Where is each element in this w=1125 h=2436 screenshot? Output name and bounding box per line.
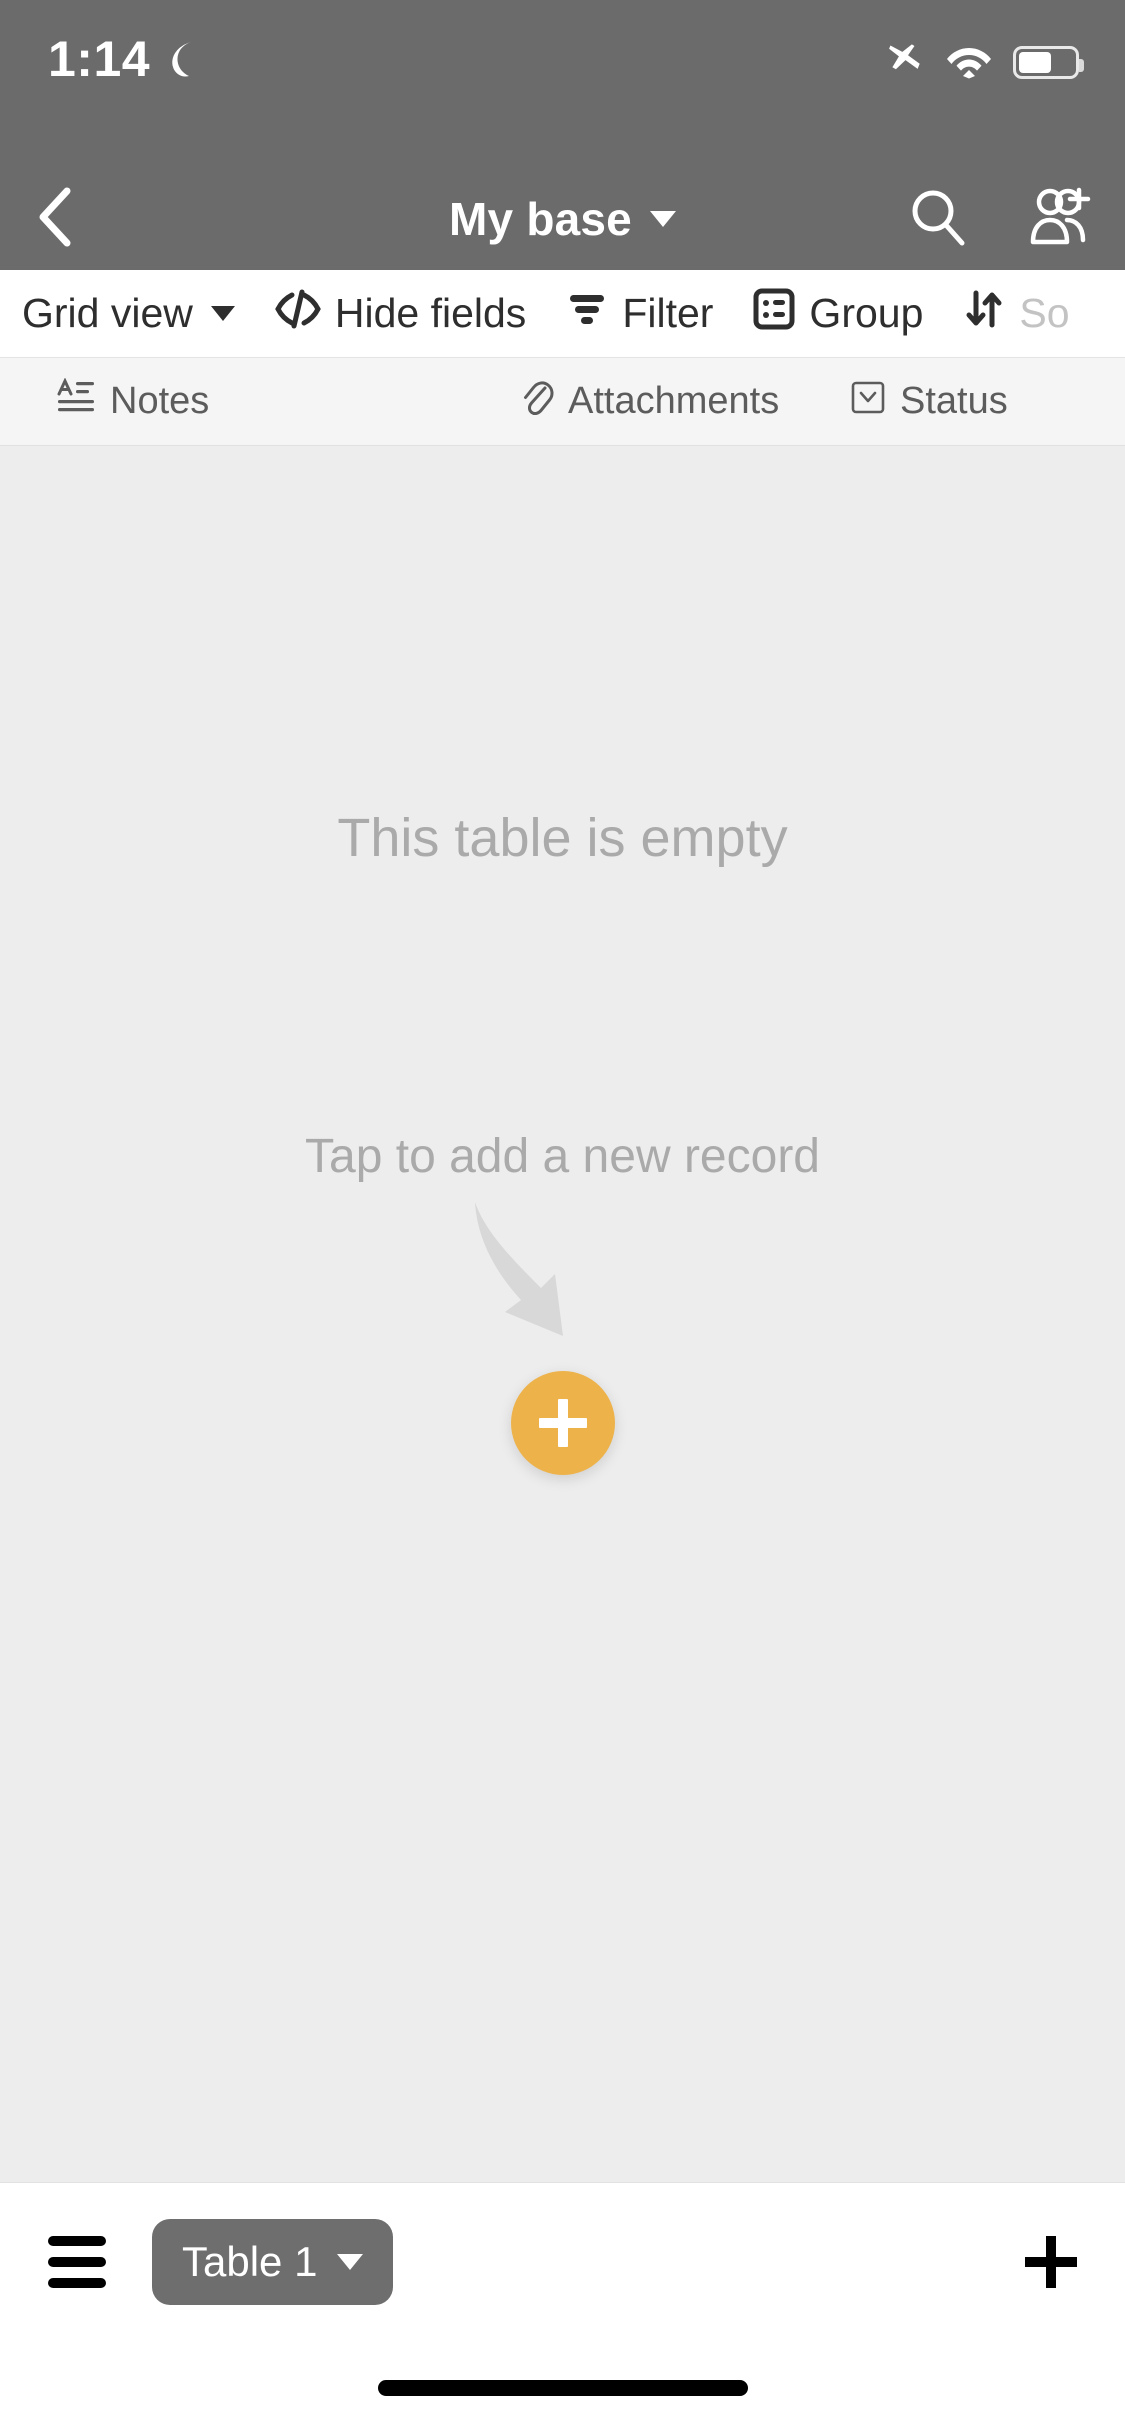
status-time: 1:14 [48, 31, 151, 87]
search-icon [907, 190, 969, 252]
field-header-attachments[interactable]: Attachments [520, 378, 850, 426]
field-header-notes[interactable]: Notes [0, 376, 520, 426]
hamburger-menu-icon [48, 2235, 106, 2246]
hide-fields-button[interactable]: Hide fields [275, 289, 526, 339]
filter-button[interactable]: Filter [566, 289, 713, 339]
status-bar-left: 1:14 [48, 34, 202, 84]
nav-actions [907, 186, 1095, 253]
menu-button[interactable] [48, 2235, 106, 2288]
bottom-bar: Table 1 [0, 2182, 1125, 2340]
sort-label: So [1019, 290, 1070, 336]
add-collaborator-button[interactable] [1023, 186, 1095, 253]
long-text-icon [56, 376, 96, 426]
grid-body[interactable]: This table is empty Tap to add a new rec… [0, 446, 1125, 2182]
moon-icon [164, 39, 202, 79]
group-label: Group [809, 290, 924, 336]
curved-down-arrow-icon [463, 1196, 663, 1361]
table-tab-table-1[interactable]: Table 1 [152, 2218, 394, 2305]
chevron-left-icon [34, 186, 76, 253]
hide-fields-label: Hide fields [334, 290, 527, 336]
field-header-status[interactable]: Status [850, 378, 1125, 426]
table-tab-label: Table 1 [182, 2237, 318, 2285]
base-name-button[interactable]: My base [449, 192, 676, 246]
home-indicator-area [0, 2340, 1125, 2436]
status-bar: 1:14 [0, 0, 1125, 168]
filter-icon [566, 289, 608, 339]
app-screen: 1:14 My base Grid view Hide fields Filte… [0, 0, 1125, 2436]
back-button[interactable] [0, 168, 110, 270]
group-button[interactable]: Group [753, 288, 923, 340]
paperclip-icon [520, 378, 554, 426]
wifi-icon [945, 41, 993, 84]
navigation-bar: My base [0, 168, 1125, 270]
sort-button[interactable]: So [963, 288, 1070, 340]
hide-fields-icon [275, 289, 321, 339]
field-header-label: Notes [110, 380, 210, 422]
grid-view-label: Grid view [22, 290, 193, 336]
plus-icon [538, 1399, 587, 1447]
add-table-button[interactable] [1025, 2235, 1077, 2288]
grid-view-button[interactable]: Grid view [22, 290, 235, 337]
home-indicator[interactable] [377, 2380, 748, 2396]
sort-icon [963, 288, 1005, 340]
single-select-icon [850, 378, 886, 426]
search-button[interactable] [907, 186, 969, 253]
filter-label: Filter [622, 290, 714, 336]
caret-down-icon [337, 2253, 364, 2270]
caret-down-icon [649, 211, 676, 227]
empty-state-title: This table is empty [337, 808, 788, 868]
field-header-label: Status [900, 380, 1008, 422]
status-bar-right [881, 38, 1084, 87]
group-icon [753, 288, 795, 340]
page-title: My base [449, 193, 632, 245]
field-header-label: Attachments [568, 380, 780, 422]
field-header-row: Notes Attachments Status [0, 358, 1125, 446]
arrow-wrap [0, 1196, 1125, 1361]
view-toolbar: Grid view Hide fields Filter Group So [0, 270, 1125, 358]
add-record-button[interactable] [510, 1371, 615, 1475]
add-people-icon [1023, 187, 1095, 252]
empty-state-subtitle: Tap to add a new record [305, 1130, 820, 1183]
airplane-icon [881, 38, 925, 87]
caret-down-icon [210, 306, 235, 321]
battery-icon [1013, 46, 1084, 79]
fab-wrap [0, 1371, 1125, 1475]
